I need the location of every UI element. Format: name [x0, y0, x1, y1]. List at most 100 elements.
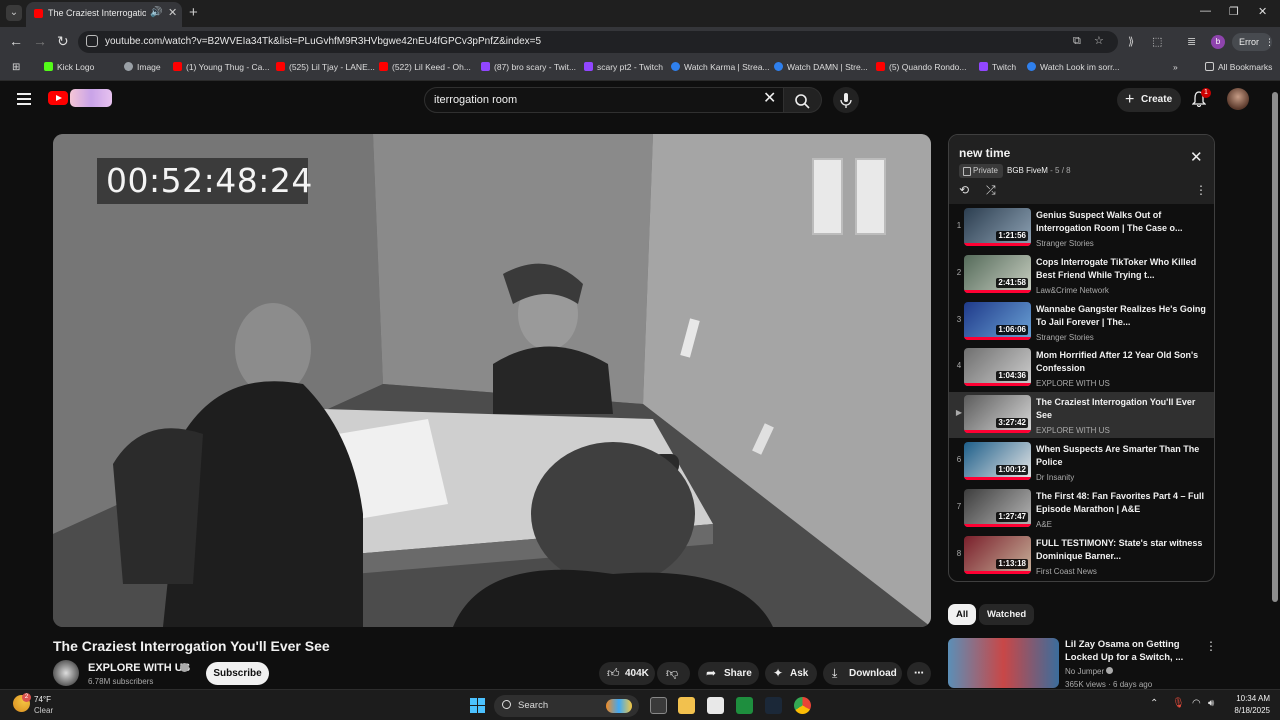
playlist-item[interactable]: 8 1:13:18 FULL TESTIMONY: State's star wit…: [949, 533, 1214, 579]
bookmark-item[interactable]: Twitch: [979, 62, 1016, 72]
maximize-icon[interactable]: ❐: [1229, 5, 1239, 18]
tab-close-icon[interactable]: ✕: [168, 6, 177, 19]
youtube-logo[interactable]: [48, 91, 68, 105]
playlist-item-thumbnail[interactable]: 2:41:58: [964, 254, 1031, 293]
playlist-item-thumbnail[interactable]: 1:00:12: [964, 442, 1031, 480]
playlist-title[interactable]: new time: [959, 146, 1010, 160]
bookmark-item[interactable]: (1) Young Thug - Ca...: [173, 62, 269, 72]
page-scrollbar-thumb[interactable]: [1272, 92, 1278, 602]
profile-avatar[interactable]: b: [1211, 35, 1225, 49]
video-player[interactable]: 00:52:48:24: [53, 134, 931, 627]
more-actions-button[interactable]: ⋯: [907, 662, 931, 685]
loop-icon[interactable]: ⟲: [959, 183, 969, 197]
tray-overflow-chevron-icon[interactable]: ⌃: [1150, 698, 1158, 709]
apps-grid-icon[interactable]: ⊞: [12, 62, 20, 73]
hamburger-menu-icon[interactable]: [17, 93, 31, 105]
install-app-icon[interactable]: ⧉: [1073, 35, 1081, 48]
playlist-item-thumbnail[interactable]: 1:13:18: [964, 535, 1031, 574]
notepad-app-icon[interactable]: [707, 697, 724, 714]
playlist-item-thumbnail[interactable]: 1:27:47: [964, 488, 1031, 527]
reading-list-icon[interactable]: ≣: [1187, 35, 1196, 48]
ask-button[interactable]: ✦ Ask: [765, 662, 817, 685]
voice-search-button[interactable]: [833, 87, 859, 113]
bookmark-item[interactable]: Watch Look im sorr...: [1027, 62, 1120, 72]
weather-temperature[interactable]: 74°F: [34, 695, 51, 704]
playlist-item[interactable]: 7 1:27:47 The First 48: Fan Favorites Part…: [949, 486, 1214, 532]
recommended-more-icon[interactable]: ⋮: [1205, 639, 1217, 653]
bookmark-item[interactable]: Watch DAMN | Stre...: [774, 62, 868, 72]
bookmark-item[interactable]: Kick Logo: [44, 62, 94, 72]
clock-time[interactable]: 10:34 AM: [1232, 694, 1270, 703]
like-button[interactable]: 👍︎ 404K: [599, 662, 655, 685]
clear-search-icon[interactable]: ✕: [763, 88, 776, 108]
playlist-more-icon[interactable]: ⋮: [1195, 183, 1207, 197]
bookmark-item[interactable]: scary pt2 - Twitch: [584, 62, 663, 72]
reload-icon[interactable]: ↻: [57, 33, 69, 50]
chip-watched[interactable]: Watched: [979, 604, 1035, 625]
site-info-icon[interactable]: [86, 35, 98, 47]
watched-progress-bar: [964, 570, 1031, 574]
youtube-doodle-logo[interactable]: [70, 89, 112, 107]
steam-icon[interactable]: [765, 697, 782, 714]
sheets-app-icon[interactable]: [736, 697, 753, 714]
share-button[interactable]: ➦ Share: [698, 662, 759, 685]
playlist-item[interactable]: 4 1:04:36 Mom Horrified After 12 Year Old …: [949, 345, 1214, 391]
tab-audio-icon[interactable]: 🔊: [150, 7, 162, 18]
playlist-item[interactable]: 3 1:06:06 Wannabe Gangster Realizes He's G…: [949, 299, 1214, 345]
all-bookmarks[interactable]: All Bookmarks: [1205, 62, 1272, 72]
create-button[interactable]: + Create: [1117, 88, 1181, 112]
extensions-puzzle-icon[interactable]: ⬚: [1152, 35, 1162, 48]
playlist-item-thumbnail[interactable]: 1:21:56: [964, 208, 1031, 246]
new-tab-plus-icon[interactable]: +: [189, 4, 198, 21]
clock-date[interactable]: 8/18/2025: [1224, 706, 1270, 715]
forward-arrow-icon[interactable]: →: [33, 33, 47, 49]
wifi-icon[interactable]: ◠: [1192, 698, 1201, 709]
close-playlist-icon[interactable]: ✕: [1190, 148, 1203, 166]
menu-kebab-icon[interactable]: ⋮: [1265, 37, 1274, 47]
search-input[interactable]: iterrogation room: [424, 87, 784, 113]
minimize-icon[interactable]: —: [1200, 5, 1211, 17]
browser-tab-active[interactable]: The Craziest Interrogation You'll Ever S…: [26, 2, 182, 27]
bookmark-item[interactable]: Image: [124, 62, 161, 72]
error-button[interactable]: Error ⋮: [1232, 33, 1274, 51]
playlist-item[interactable]: 1 1:21:56 Genius Suspect Walks Out of Inte…: [949, 205, 1214, 251]
shuffle-icon[interactable]: ⤮: [986, 183, 996, 198]
playlist-item-thumbnail[interactable]: 1:04:36: [964, 348, 1031, 387]
task-view-icon[interactable]: [650, 697, 667, 714]
dislike-button[interactable]: 👎︎: [657, 662, 690, 685]
playlist-item-thumbnail[interactable]: 3:27:42: [964, 395, 1031, 434]
account-avatar[interactable]: [1227, 88, 1249, 110]
bookmark-item[interactable]: Watch Karma | Strea...: [671, 62, 770, 72]
start-windows-icon[interactable]: [470, 698, 485, 713]
extension-wave-icon[interactable]: ⟫: [1128, 35, 1134, 48]
recommended-video-thumbnail[interactable]: [948, 638, 1059, 688]
channel-avatar[interactable]: [53, 660, 79, 686]
subscribe-button[interactable]: Subscribe: [206, 662, 269, 685]
channel-name[interactable]: EXPLORE WITH US: [88, 662, 190, 674]
playlist-item-thumbnail[interactable]: 1:06:06: [964, 301, 1031, 340]
microphone-in-use-icon[interactable]: 🎙︎: [1172, 698, 1185, 709]
chip-all[interactable]: All: [948, 604, 977, 625]
playlist-item[interactable]: 6 1:00:12 When Suspects Are Smarter Than T…: [949, 439, 1214, 485]
recommended-video-title[interactable]: Lil Zay Osama on Getting Locked Up for a…: [1065, 638, 1195, 664]
playlist-item[interactable]: 2 2:41:58 Cops Interrogate TikToker Who Ki…: [949, 252, 1214, 298]
recommended-video-channel[interactable]: No Jumper: [1065, 667, 1114, 676]
window-close-icon[interactable]: ✕: [1258, 5, 1267, 18]
chrome-icon[interactable]: [794, 697, 811, 714]
playlist-item[interactable]: ▶ 3:27:42 The Craziest Interrogation You'l…: [949, 392, 1214, 439]
bookmarks-overflow-chevron-icon[interactable]: »: [1173, 62, 1178, 72]
file-explorer-icon[interactable]: [678, 697, 695, 714]
back-arrow-icon[interactable]: ←: [9, 33, 23, 49]
bookmark-item[interactable]: (522) Lil Keed - Oh...: [379, 62, 471, 72]
search-button[interactable]: [784, 87, 822, 113]
tab-search-chevron-icon[interactable]: ⌄: [6, 5, 22, 21]
address-bar[interactable]: youtube.com/watch?v=B2WVEIa34Tk&list=PLu…: [78, 31, 1118, 53]
bookmark-star-icon[interactable]: ☆: [1094, 34, 1104, 47]
bookmark-item[interactable]: (87) bro scary - Twit...: [481, 62, 576, 72]
taskbar-search[interactable]: Search: [494, 695, 639, 717]
bookmark-item[interactable]: (525) Lil Tjay - LANE...: [276, 62, 375, 72]
playlist-owner[interactable]: BGB FiveM: [1007, 166, 1048, 175]
download-button[interactable]: ⤓ Download: [823, 662, 902, 685]
bookmark-item[interactable]: (5) Quando Rondo...: [876, 62, 967, 72]
volume-icon[interactable]: 🔊︎: [1208, 698, 1214, 709]
